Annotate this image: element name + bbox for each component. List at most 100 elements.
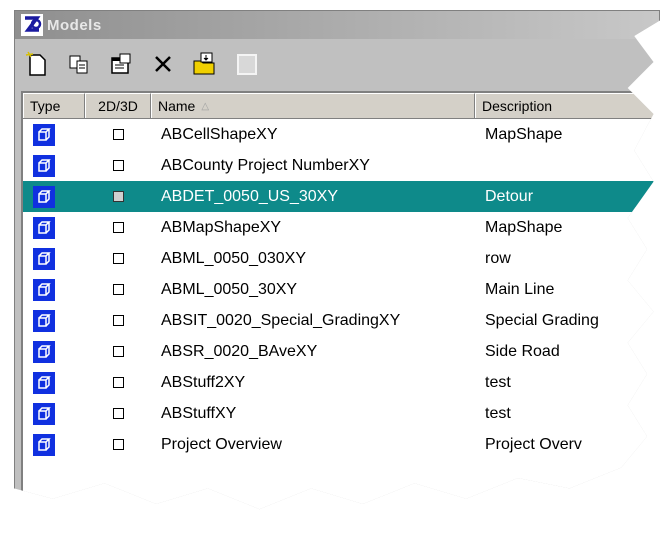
model-name: ABML_0050_30XY [161,280,298,298]
table-row[interactable]: ABMapShapeXY MapShape [23,212,660,243]
model-name: ABSIT_0020_Special_GradingXY [161,311,401,329]
type-cell [23,278,85,301]
toolbar [15,43,261,85]
list-header: Type 2D/3D Name △ Description [23,93,660,119]
import-icon [193,52,215,75]
type-cell [23,433,85,456]
model-2d3d-checkbox[interactable] [112,408,124,419]
model-3d-icon [33,402,55,425]
model-3d-icon [33,371,55,394]
type-cell [23,402,85,425]
model-3d-icon [33,309,55,332]
copy-icon [69,55,88,74]
dim-cell [85,377,151,388]
title-bar[interactable]: Models [15,11,659,39]
table-row[interactable]: ABSR_0020_BAveXY Side Road [23,336,660,367]
dim-cell [85,253,151,264]
table-row[interactable]: ABSIT_0020_Special_GradingXY Special Gra… [23,305,660,336]
dim-cell [85,315,151,326]
type-cell [23,123,85,146]
model-name: Project Overview [161,435,282,453]
dim-cell [85,191,151,202]
model-name: ABML_0050_030XY [161,249,306,267]
model-description: Special Grading [485,311,599,329]
model-description: MapShape [485,125,563,143]
model-name: ABStuff2XY [161,373,246,391]
table-row[interactable]: ABML_0050_30XY Main Line [23,274,660,305]
model-name: ABCounty Project NumberXY [161,156,370,174]
dim-cell [85,284,151,295]
new-model-button[interactable] [23,50,51,78]
model-3d-icon [33,340,55,363]
dim-cell [85,160,151,171]
delete-button[interactable] [149,50,177,78]
model-2d3d-checkbox[interactable] [112,222,124,233]
sort-ascending-icon: △ [201,100,210,112]
model-description: Main Line [485,280,555,298]
model-2d3d-checkbox[interactable] [112,191,124,202]
column-name-label: Name [158,98,196,114]
dim-cell [85,439,151,450]
model-3d-icon [33,154,55,177]
type-cell [23,371,85,394]
type-cell [23,340,85,363]
model-description: Detour [485,187,534,205]
type-cell [23,247,85,270]
model-description: test [485,373,511,391]
list-body: ABCellShapeXY MapShape ABCounty Project … [23,119,660,460]
dim-cell [85,129,151,140]
import-button[interactable] [191,50,219,78]
model-3d-icon [33,185,55,208]
delete-icon [155,56,171,72]
table-row[interactable]: ABCounty Project NumberXY [23,150,660,181]
model-2d3d-checkbox[interactable] [112,253,124,264]
column-type[interactable]: Type [23,93,85,118]
table-row[interactable]: Project Overview Project Overv [23,429,660,460]
table-row[interactable]: ABStuff2XY test [23,367,660,398]
new-model-icon [25,51,46,76]
model-description: row [485,249,511,267]
model-2d3d-checkbox[interactable] [112,346,124,357]
dim-cell [85,346,151,357]
model-3d-icon [33,278,55,301]
model-2d3d-checkbox[interactable] [112,129,124,140]
table-row-selected[interactable]: ABDET_0050_US_30XY Detour [23,181,660,212]
model-description: Side Road [485,342,560,360]
properties-button[interactable] [107,50,135,78]
model-description: test [485,404,511,422]
model-3d-icon [33,216,55,239]
model-name: ABSR_0020_BAveXY [161,342,318,360]
model-3d-icon [33,123,55,146]
model-2d3d-checkbox[interactable] [112,315,124,326]
table-row[interactable]: ABCellShapeXY MapShape [23,119,660,150]
type-cell [23,309,85,332]
type-cell [23,185,85,208]
copy-button[interactable] [65,50,93,78]
column-description[interactable]: Description [475,93,660,118]
model-name: ABDET_0050_US_30XY [161,187,338,205]
table-row[interactable]: ABStuffXY test [23,398,660,429]
type-cell [23,216,85,239]
dim-cell [85,408,151,419]
blank-button[interactable] [233,50,261,78]
column-name[interactable]: Name △ [151,93,475,118]
model-2d3d-checkbox[interactable] [112,284,124,295]
model-name: ABStuffXY [161,404,237,422]
model-name: ABCellShapeXY [161,125,278,143]
model-2d3d-checkbox[interactable] [112,439,124,450]
model-description: MapShape [485,218,563,236]
model-3d-icon [33,247,55,270]
dim-cell [85,222,151,233]
model-2d3d-checkbox[interactable] [112,160,124,171]
model-2d3d-checkbox[interactable] [112,377,124,388]
model-3d-icon [33,433,55,456]
model-description: Project Overv [485,435,582,453]
blank-icon [237,54,257,75]
table-row[interactable]: ABML_0050_030XY row [23,243,660,274]
column-2d3d[interactable]: 2D/3D [85,93,151,118]
models-list[interactable]: Type 2D/3D Name △ Description ABCellShap… [21,91,660,510]
window-title: Models [47,16,102,34]
models-dialog: Models Type 2D/3D Name △ Description ABC… [14,10,660,510]
type-cell [23,154,85,177]
properties-icon [111,53,131,74]
